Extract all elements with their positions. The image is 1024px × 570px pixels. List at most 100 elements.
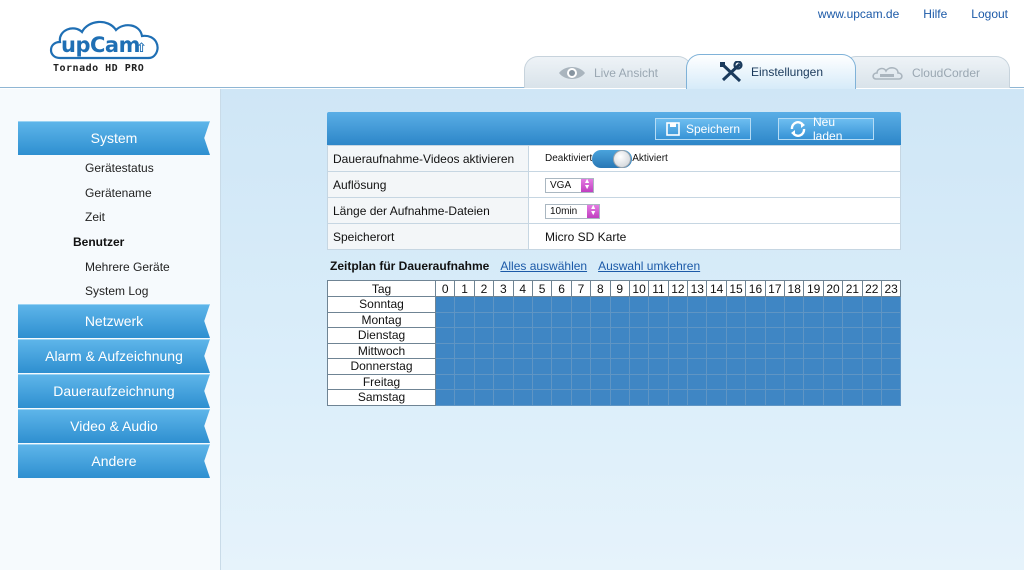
hour-header[interactable]: 12 xyxy=(667,280,689,297)
schedule-cell[interactable] xyxy=(648,373,669,390)
schedule-cell[interactable] xyxy=(493,342,514,359)
schedule-cell[interactable] xyxy=(590,389,611,406)
sidebar-item-multiple-devices[interactable]: Mehrere Geräte xyxy=(85,260,170,274)
schedule-cell[interactable] xyxy=(454,327,475,344)
sidebar-section-system[interactable]: System xyxy=(18,121,210,155)
schedule-cell[interactable] xyxy=(473,389,495,406)
hour-header[interactable]: 18 xyxy=(784,280,805,297)
schedule-cell[interactable] xyxy=(842,311,863,328)
schedule-cell[interactable] xyxy=(706,296,727,313)
hour-header[interactable]: 11 xyxy=(648,280,669,297)
schedule-cell[interactable] xyxy=(531,358,553,375)
website-link[interactable]: www.upcam.de xyxy=(818,7,899,21)
tab-live-view[interactable]: Live Ansicht xyxy=(524,56,692,88)
schedule-cell[interactable] xyxy=(667,327,689,344)
schedule-cell[interactable] xyxy=(803,358,824,375)
schedule-cell[interactable] xyxy=(551,296,572,313)
select-all-link[interactable]: Alles auswählen xyxy=(500,259,587,273)
schedule-cell[interactable] xyxy=(822,389,844,406)
sidebar-section-continuous-recording[interactable]: Daueraufzeichnung xyxy=(18,374,210,408)
schedule-cell[interactable] xyxy=(570,373,592,390)
schedule-cell[interactable] xyxy=(473,373,495,390)
schedule-cell[interactable] xyxy=(880,327,902,344)
schedule-cell[interactable] xyxy=(803,373,824,390)
day-label[interactable]: Dienstag xyxy=(327,327,436,344)
hour-header[interactable]: 15 xyxy=(725,280,747,297)
schedule-cell[interactable] xyxy=(764,389,786,406)
schedule-cell[interactable] xyxy=(590,327,611,344)
schedule-cell[interactable] xyxy=(822,358,844,375)
hour-header[interactable]: 6 xyxy=(551,280,572,297)
schedule-cell[interactable] xyxy=(648,389,669,406)
help-link[interactable]: Hilfe xyxy=(923,7,947,21)
schedule-cell[interactable] xyxy=(570,311,592,328)
schedule-cell[interactable] xyxy=(551,311,572,328)
schedule-cell[interactable] xyxy=(590,311,611,328)
sidebar-item-device-status[interactable]: Gerätestatus xyxy=(85,161,154,175)
sidebar-section-alarm[interactable]: Alarm & Aufzeichnung xyxy=(18,339,210,373)
schedule-cell[interactable] xyxy=(590,358,611,375)
schedule-cell[interactable] xyxy=(434,311,456,328)
schedule-cell[interactable] xyxy=(512,358,533,375)
schedule-cell[interactable] xyxy=(628,327,650,344)
schedule-cell[interactable] xyxy=(784,358,805,375)
schedule-cell[interactable] xyxy=(725,311,747,328)
schedule-cell[interactable] xyxy=(784,389,805,406)
schedule-cell[interactable] xyxy=(764,358,786,375)
schedule-cell[interactable] xyxy=(531,327,553,344)
schedule-cell[interactable] xyxy=(706,373,727,390)
schedule-cell[interactable] xyxy=(531,373,553,390)
hour-header[interactable]: 14 xyxy=(706,280,727,297)
schedule-cell[interactable] xyxy=(434,373,456,390)
tab-settings[interactable]: Einstellungen xyxy=(686,54,856,89)
schedule-cell[interactable] xyxy=(880,389,902,406)
schedule-cell[interactable] xyxy=(648,358,669,375)
schedule-cell[interactable] xyxy=(880,373,902,390)
schedule-cell[interactable] xyxy=(493,358,514,375)
schedule-cell[interactable] xyxy=(628,311,650,328)
schedule-cell[interactable] xyxy=(531,311,553,328)
schedule-cell[interactable] xyxy=(590,373,611,390)
schedule-cell[interactable] xyxy=(842,389,863,406)
schedule-cell[interactable] xyxy=(687,373,708,390)
schedule-cell[interactable] xyxy=(434,358,456,375)
schedule-cell[interactable] xyxy=(628,373,650,390)
schedule-cell[interactable] xyxy=(842,373,863,390)
schedule-cell[interactable] xyxy=(822,311,844,328)
schedule-cell[interactable] xyxy=(473,358,495,375)
schedule-cell[interactable] xyxy=(764,327,786,344)
schedule-cell[interactable] xyxy=(687,296,708,313)
schedule-cell[interactable] xyxy=(531,296,553,313)
schedule-cell[interactable] xyxy=(861,389,882,406)
schedule-cell[interactable] xyxy=(570,389,592,406)
file-length-select[interactable]: 10min ▲ ▼ xyxy=(545,203,601,219)
hour-header[interactable]: 21 xyxy=(842,280,863,297)
schedule-cell[interactable] xyxy=(706,358,727,375)
schedule-cell[interactable] xyxy=(706,342,727,359)
schedule-cell[interactable] xyxy=(570,358,592,375)
schedule-cell[interactable] xyxy=(473,342,495,359)
schedule-cell[interactable] xyxy=(609,327,630,344)
invert-selection-link[interactable]: Auswahl umkehren xyxy=(598,259,700,273)
recording-toggle[interactable] xyxy=(592,149,633,168)
schedule-cell[interactable] xyxy=(842,296,863,313)
schedule-cell[interactable] xyxy=(687,311,708,328)
save-button[interactable]: Speichern xyxy=(655,118,751,140)
schedule-cell[interactable] xyxy=(628,358,650,375)
schedule-cell[interactable] xyxy=(687,389,708,406)
schedule-cell[interactable] xyxy=(551,327,572,344)
schedule-cell[interactable] xyxy=(512,327,533,344)
schedule-cell[interactable] xyxy=(434,327,456,344)
schedule-cell[interactable] xyxy=(687,342,708,359)
schedule-cell[interactable] xyxy=(861,358,882,375)
schedule-cell[interactable] xyxy=(454,311,475,328)
sidebar-section-network[interactable]: Netzwerk xyxy=(18,304,210,338)
tab-cloudcorder[interactable]: CloudCorder xyxy=(842,56,1010,88)
day-label[interactable]: Montag xyxy=(327,311,436,328)
schedule-cell[interactable] xyxy=(725,389,747,406)
sidebar-item-time[interactable]: Zeit xyxy=(85,210,105,224)
schedule-cell[interactable] xyxy=(551,342,572,359)
hour-header[interactable]: 9 xyxy=(609,280,630,297)
schedule-cell[interactable] xyxy=(745,296,766,313)
schedule-cell[interactable] xyxy=(493,296,514,313)
